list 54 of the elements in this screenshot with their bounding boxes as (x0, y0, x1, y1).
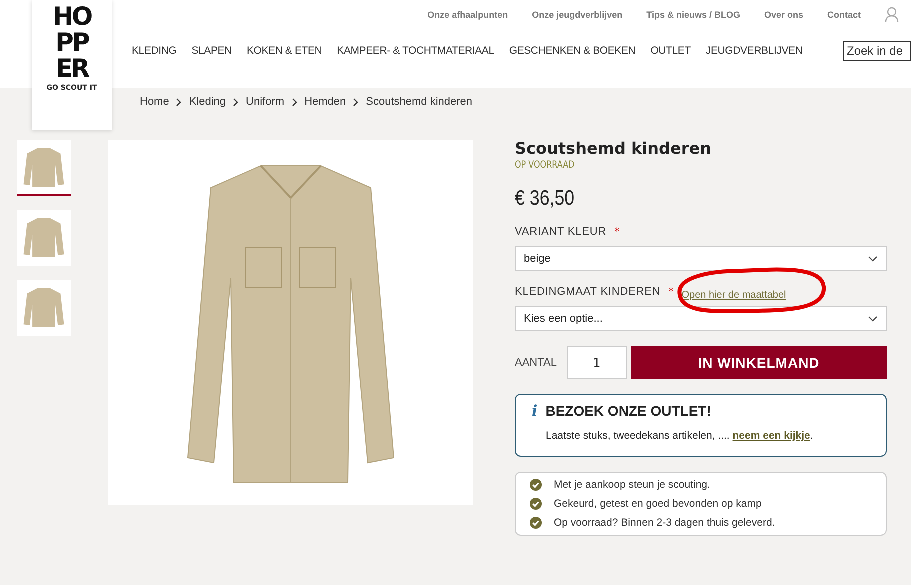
nav-link[interactable]: JEUGDVERBLIJVEN (706, 45, 803, 57)
check-icon (530, 479, 542, 491)
outlet-title: BEZOEK ONZE OUTLET! (546, 403, 712, 419)
top-link[interactable]: Onze afhaalpunten (428, 10, 508, 20)
chevron-down-icon (868, 316, 878, 322)
chevron-icon (353, 98, 360, 106)
nav-link[interactable]: KOKEN & ETEN (246, 45, 322, 57)
quantity-label: AANTAL (515, 356, 558, 368)
product-title: Scoutshemd kinderen (515, 140, 712, 158)
user-icon[interactable] (885, 7, 899, 23)
stock-status: OP VOORRAAD (515, 160, 576, 171)
logo-text: PP (56, 30, 88, 56)
outlet-text: Laatste stuks, tweedekans artikelen, .... neem een kijkje. (546, 430, 814, 442)
nav-link[interactable]: KLEDING (132, 45, 177, 57)
breadcrumb-link[interactable]: Kleding (189, 96, 226, 108)
search-field[interactable]: Zoek in de (843, 41, 911, 61)
option-dropdown[interactable]: Kies een optie... (515, 306, 887, 331)
size-chart-link[interactable]: Open hier de maattabel (682, 290, 786, 300)
thumbnail[interactable] (17, 140, 71, 196)
check-icon (530, 498, 542, 510)
thumbnail[interactable] (17, 280, 71, 336)
logo-text: ER (56, 56, 88, 82)
breadcrumb-link[interactable]: Home (140, 96, 170, 108)
top-link[interactable]: Onze jeugdverblijven (532, 10, 623, 20)
check-icon (530, 517, 542, 529)
option-label: KLEDINGMAAT KINDEREN (515, 286, 661, 298)
required-mark: * (668, 286, 674, 298)
nav-link[interactable]: KAMPEER- & TOCHTMATERIAAL (337, 45, 494, 57)
chevron-icon (233, 98, 240, 106)
logo-text: HO (52, 4, 92, 30)
info-icon: i (532, 402, 538, 420)
quantity-field[interactable]: 1 (567, 346, 627, 379)
nav-link[interactable]: GESCHENKEN & BOEKEN (509, 45, 636, 57)
breadcrumb-link[interactable]: Hemden (304, 96, 346, 108)
option-label: VARIANT KLEUR (515, 226, 607, 238)
top-link[interactable]: Contact (828, 10, 861, 20)
chevron-icon (292, 98, 298, 106)
option-dropdown[interactable]: beige (515, 246, 887, 271)
thumbnail[interactable] (17, 210, 71, 266)
take-a-look-link[interactable]: neem een kijkje (732, 430, 810, 442)
breadcrumb-link[interactable]: Scoutshemd kinderen (366, 96, 473, 108)
chevron-icon (176, 98, 182, 106)
usp-text: Met je aankoop steun je scouting. (554, 479, 710, 491)
required-mark: * (614, 226, 620, 238)
usp-text: Op voorraad? Binnen 2-3 dagen thuis geleverd. (554, 517, 776, 529)
top-link[interactable]: Over ons (764, 10, 804, 20)
breadcrumb-link[interactable]: Uniform (246, 96, 285, 108)
usp-text: Gekeurd, getest en goed bevonden op kamp (554, 498, 762, 510)
nav-link[interactable]: OUTLET (650, 45, 691, 57)
top-link[interactable]: Tips & nieuws / BLOG (646, 10, 740, 20)
product-price: € 36,50 (515, 187, 576, 211)
nav-link[interactable]: SLAPEN (192, 45, 232, 57)
chevron-down-icon (868, 256, 878, 262)
add-to-cart-button[interactable]: IN WINKELMAND (631, 346, 887, 379)
